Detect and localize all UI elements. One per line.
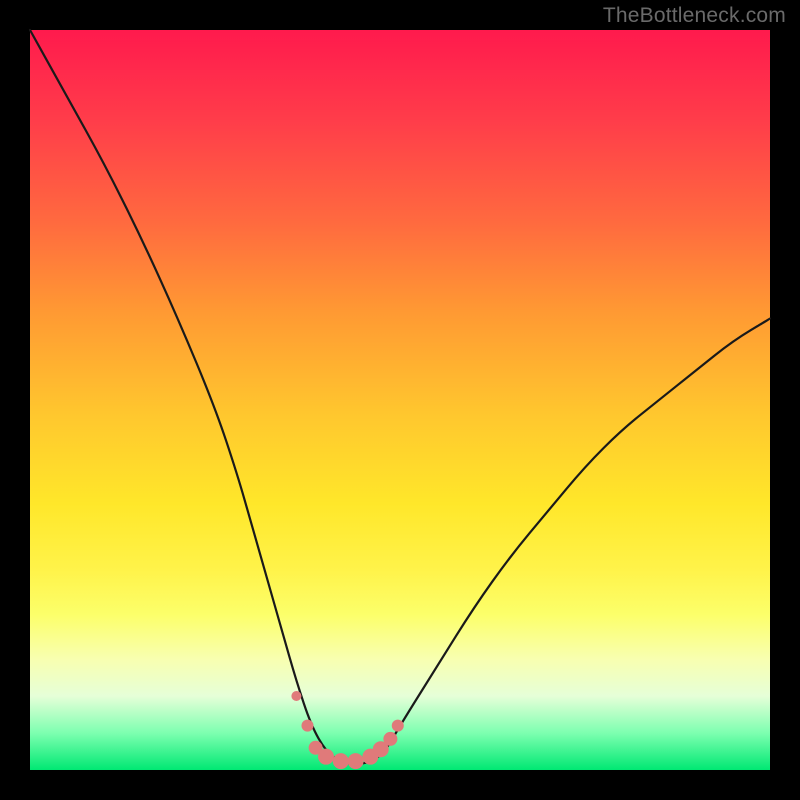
- bottleneck-curve: [30, 30, 770, 764]
- sweet-spot-marker: [392, 720, 404, 732]
- chart-frame: TheBottleneck.com: [0, 0, 800, 800]
- sweet-spot-markers: [291, 691, 403, 769]
- plot-area: [30, 30, 770, 770]
- sweet-spot-marker: [383, 732, 397, 746]
- watermark-label: TheBottleneck.com: [603, 4, 786, 28]
- sweet-spot-marker: [333, 753, 349, 769]
- sweet-spot-marker: [348, 753, 364, 769]
- chart-svg: [30, 30, 770, 770]
- sweet-spot-marker: [318, 749, 334, 765]
- sweet-spot-marker: [302, 720, 314, 732]
- sweet-spot-marker: [291, 691, 301, 701]
